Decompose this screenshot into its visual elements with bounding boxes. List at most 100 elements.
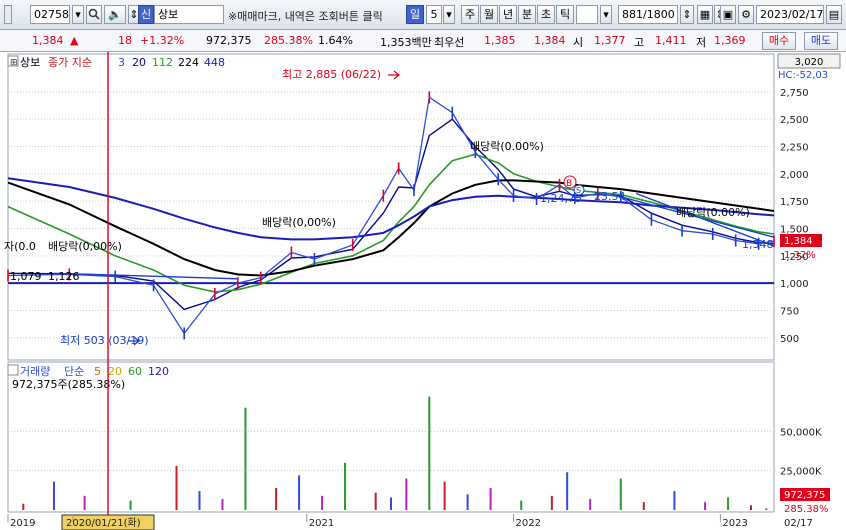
volume-bar[interactable] xyxy=(198,491,201,510)
volume-bar[interactable] xyxy=(344,462,347,510)
volume-bar[interactable] xyxy=(589,498,592,510)
volume-bar[interactable] xyxy=(520,500,523,510)
search-icon[interactable] xyxy=(86,5,102,24)
high-annotation: 최고 2,885 (06/22) xyxy=(282,68,381,81)
market-tag: 신 xyxy=(138,5,154,24)
tick-dropdown-icon[interactable]: ▾ xyxy=(600,5,612,24)
cross-left-c: 자(0.0 xyxy=(4,240,36,253)
code-dropdown-icon[interactable]: ▾ xyxy=(72,5,84,24)
period-count-input[interactable]: 5 xyxy=(426,5,442,24)
cross-left-b: 1,126 xyxy=(48,270,80,283)
turnover-rate: 1.64% xyxy=(318,34,353,47)
period-dropdown-icon[interactable]: ▾ xyxy=(443,5,455,24)
cross-mid-b: 23.54 xyxy=(594,190,626,203)
chart-toggle-icon[interactable]: ▦ xyxy=(697,5,713,24)
volume-bar[interactable] xyxy=(765,508,768,510)
period-week-button[interactable]: 주 xyxy=(461,5,479,24)
last-volume-pct: 285.38% xyxy=(784,504,829,515)
current-price: 1,384 xyxy=(32,34,64,47)
settings-icon[interactable]: ⚙ xyxy=(738,5,754,24)
hint-text: ※매매마크, 내역은 조회버튼 클릭 xyxy=(228,10,383,23)
volume-ma120: 120 xyxy=(148,365,169,378)
price-y-tick: 1,500 xyxy=(780,224,809,235)
volume-bar[interactable] xyxy=(83,495,86,510)
dividend-annotation-2021: 배당락(0,00%) xyxy=(262,216,336,229)
save-icon[interactable]: ▣ xyxy=(720,5,736,24)
price-y-tick: 2,250 xyxy=(780,143,809,154)
buy-button[interactable]: 매수 xyxy=(762,32,796,50)
volume-legend-sub: 단순 xyxy=(64,365,84,378)
volume-value: 972,375 xyxy=(206,34,252,47)
legend-ma448: 448 xyxy=(204,56,225,69)
x-tick-label: 2022 xyxy=(516,518,541,529)
volume-bar[interactable] xyxy=(727,497,730,510)
open-label: 시 xyxy=(573,36,584,49)
open-price: 1,377 xyxy=(594,34,626,47)
volume-bar[interactable] xyxy=(221,498,224,510)
volume-bar[interactable] xyxy=(275,487,278,510)
last-volume-label: 972,375 xyxy=(784,490,825,501)
volume-bar[interactable] xyxy=(390,497,392,510)
sell-button[interactable]: 매도 xyxy=(804,32,838,50)
range-spin-icon[interactable]: ⇕ xyxy=(680,5,694,24)
cross-right: 1,348 xyxy=(742,238,774,251)
volume-bar[interactable] xyxy=(642,502,645,510)
x-tick-label: 2020/01/21(화) xyxy=(66,517,141,529)
trade-amount: 1,353백만 xyxy=(380,36,432,49)
ask-price: 1,385 xyxy=(484,34,516,47)
volume-bar[interactable] xyxy=(443,481,446,510)
hc-label: HC:-52,03 xyxy=(778,70,828,81)
period-month-button[interactable]: 월 xyxy=(480,5,498,24)
volume-bar[interactable] xyxy=(244,407,247,510)
volume-bar[interactable] xyxy=(673,491,676,510)
volume-bar[interactable] xyxy=(704,502,707,510)
price-y-tick: 500 xyxy=(780,334,799,345)
stock-name-field[interactable]: 상보 xyxy=(154,5,224,24)
volume-bar[interactable] xyxy=(175,465,178,510)
svg-text:B: B xyxy=(566,179,572,189)
volume-bar[interactable] xyxy=(466,494,469,510)
sound-icon[interactable]: 🔈 xyxy=(104,5,126,24)
date-input[interactable]: 2023/02/17 xyxy=(756,5,824,24)
period-day-button[interactable]: 일 xyxy=(406,5,424,24)
volume-bar[interactable] xyxy=(550,495,553,510)
price-y-tick: 1,000 xyxy=(780,279,809,290)
volume-bar[interactable] xyxy=(750,505,753,510)
volume-bar[interactable] xyxy=(566,472,569,510)
trade-marker-s[interactable]: S xyxy=(573,184,585,196)
x-tick-label: 2019 xyxy=(10,518,35,529)
quote-bar: 1,384 ▲ 18 +1.32% 972,375 285.38% 1.64% … xyxy=(0,30,846,52)
high-price: 1,411 xyxy=(655,34,687,47)
volume-bar[interactable] xyxy=(298,475,301,510)
toolbar: 027580 ▾ 🔈 ⇕ 신 상보 ※매매마크, 내역은 조회버튼 클릭 일 5… xyxy=(0,0,846,30)
bid-price: 1,384 xyxy=(534,34,566,47)
legend-ma20: 20 xyxy=(132,56,146,69)
volume-ratio: 285.38% xyxy=(264,34,313,47)
period-year-button[interactable]: 년 xyxy=(499,5,517,24)
x-tick-label: 2021 xyxy=(309,518,334,529)
volume-bar[interactable] xyxy=(22,503,25,510)
period-tick-button[interactable]: 틱 xyxy=(556,5,574,24)
tick-count-input[interactable] xyxy=(576,5,598,24)
period-minute-button[interactable]: 분 xyxy=(518,5,536,24)
svg-text:S: S xyxy=(576,186,581,195)
legend-ma3: 3 xyxy=(118,56,125,69)
low-price: 1,369 xyxy=(714,34,746,47)
stock-code-input[interactable]: 027580 xyxy=(30,5,70,24)
cross-left: 1,079 xyxy=(10,270,42,283)
volume-bar[interactable] xyxy=(52,481,55,510)
range-field[interactable]: 881/1800 xyxy=(618,5,678,24)
volume-bar[interactable] xyxy=(374,492,377,510)
period-second-button[interactable]: 초 xyxy=(537,5,555,24)
volume-bar[interactable] xyxy=(129,500,132,510)
volume-ma5: 5 xyxy=(94,365,101,378)
volume-bar[interactable] xyxy=(428,396,431,510)
volume-bar[interactable] xyxy=(489,487,492,510)
volume-bar[interactable] xyxy=(405,478,408,510)
chart-area[interactable]: 5007501,0001,2501,5001,7502,0002,2502,50… xyxy=(0,52,846,530)
volume-bar[interactable] xyxy=(321,495,324,510)
volume-bar[interactable] xyxy=(619,478,622,510)
legend-close-label: 종가 지순 xyxy=(48,56,92,69)
best-quote-label: 최우선 xyxy=(434,36,465,49)
calendar-icon[interactable]: ▤ xyxy=(826,5,842,24)
